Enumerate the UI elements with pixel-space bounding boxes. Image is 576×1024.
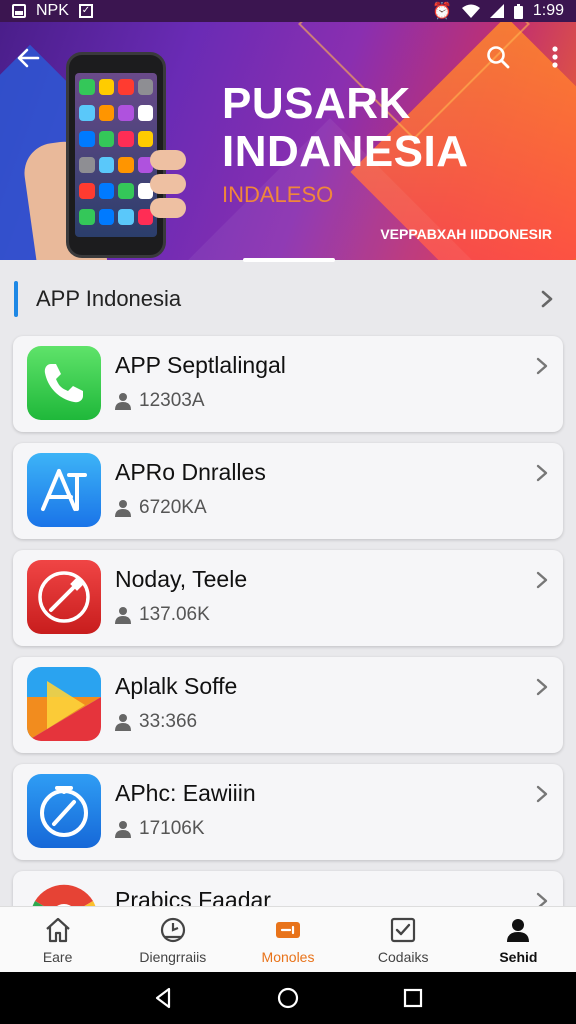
nav-label: Diengrraiis [139,949,207,965]
section-accent-bar [14,281,18,317]
app-meta: 12303A [115,390,205,412]
finger-illustration [150,150,186,170]
notification-icon [12,4,26,18]
status-time: 1:99 [532,2,564,19]
banner-title: PUSARK INDANESIA [222,80,469,176]
app-list-item[interactable]: APRo Dnralles 6720KA [13,443,563,539]
tools-app-icon [27,560,101,634]
status-left-text: NPK [36,2,69,19]
banner-title-line1: PUSARK [222,79,411,128]
app-meta: 17106K [115,818,205,840]
safari-compass-icon [27,774,101,848]
app-list-item[interactable]: Aplalk Soffe 33:366 [13,657,563,753]
clock-icon [160,917,185,943]
app-meta: 6720KA [115,497,207,519]
alarm-icon: ⏰ [431,3,452,20]
home-icon [45,917,70,943]
nav-label: Sehid [499,949,538,965]
finger-illustration [150,174,186,194]
nav-item-apps[interactable]: Monoles [230,907,345,973]
download-count: 12303A [139,390,205,411]
download-count: 137.06K [139,604,210,625]
app-list: APP Septlalingal 12303A APRo Dnralles 67… [13,336,563,978]
back-triangle-icon[interactable] [151,986,175,1010]
banner-page-indicator [243,258,335,262]
download-count: 17106K [139,818,205,839]
section-header[interactable]: APP Indonesia [0,262,576,336]
system-navigation-bar [0,972,576,1024]
status-bar: NPK ✓ ⏰ 1:99 [0,0,576,22]
nav-label: Codaiks [377,949,429,965]
phone-app-icon [27,346,101,420]
download-count: 6720KA [139,497,207,518]
finger-illustration [150,198,186,218]
hero-banner[interactable]: PUSARK INDANESIA INDALESO VEPPABXAH IIDD… [0,22,576,260]
app-list-item[interactable]: Noday, Teele 137.06K [13,550,563,646]
app-name: APRo Dnralles [115,459,266,485]
more-vert-icon[interactable] [545,44,565,70]
nav-label: Monoles [261,949,315,965]
phone-screen [75,73,157,237]
nav-item-home[interactable]: Eare [0,907,115,973]
status-right: ⏰ 1:99 [432,1,564,21]
app-meta: 137.06K [115,604,210,626]
user-icon [115,714,131,731]
app-name: Aplalk Soffe [115,673,238,699]
app-name: APhc: Eawiiin [115,780,256,806]
home-circle-icon[interactable] [276,986,300,1010]
app-store-icon [27,453,101,527]
chevron-right-icon [536,571,548,589]
signal-icon [489,4,504,18]
ticket-icon [276,922,300,938]
app-name: APP Septlalingal [115,352,286,378]
banner-title-line2: INDANESIA [222,127,469,176]
banner-tagline: VEPPABXAH IIDDONESIR [380,226,552,242]
user-icon [115,393,131,410]
banner-subtitle: INDALESO [222,182,334,207]
nav-item-tasks[interactable]: Codaiks [346,907,461,973]
user-icon [115,607,131,624]
recents-square-icon[interactable] [401,986,425,1010]
search-icon[interactable] [485,44,511,70]
nav-label: Eare [42,949,73,965]
play-store-icon [27,667,101,741]
profile-icon [507,919,530,942]
download-count: 33:366 [139,711,198,732]
wifi-icon [461,4,480,18]
app-meta: 33:366 [115,711,197,733]
back-arrow-icon[interactable] [14,44,42,72]
chevron-right-icon [536,357,548,375]
chevron-right-icon [541,290,553,308]
checkbox-icon [391,917,416,943]
status-left: NPK ✓ [12,2,93,20]
app-list-item[interactable]: APhc: Eawiiin 17106K [13,764,563,860]
app-name: Noday, Teele [115,566,248,592]
nav-item-history[interactable]: Diengrraiis [115,907,230,973]
app-list-item[interactable]: APP Septlalingal 12303A [13,336,563,432]
checkbox-notification-icon: ✓ [78,4,93,18]
chevron-right-icon [536,464,548,482]
section-title: APP Indonesia [36,286,182,311]
bottom-navigation: Eare Diengrraiis Monoles Codaiks Sehid [0,906,576,973]
chevron-right-icon [536,785,548,803]
user-icon [115,821,131,838]
user-icon [115,500,131,517]
nav-item-profile[interactable]: Sehid [461,907,576,973]
battery-icon [513,3,523,19]
chevron-right-icon [536,678,548,696]
